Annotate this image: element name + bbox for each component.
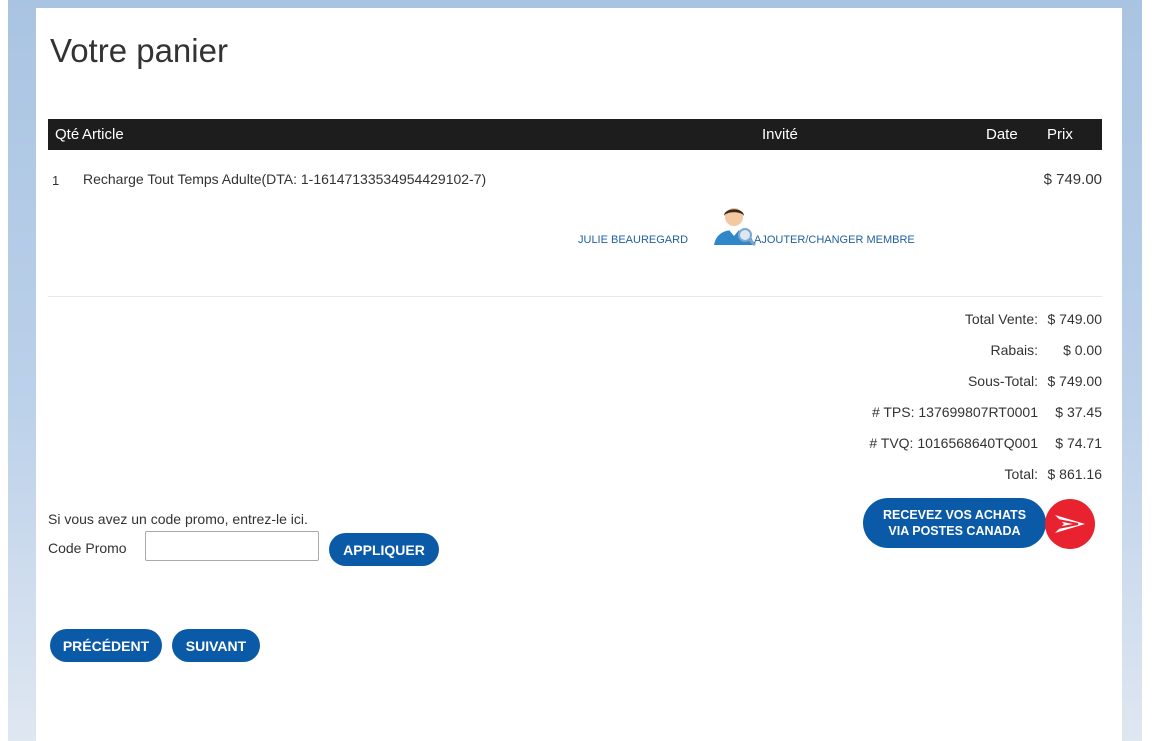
previous-button[interactable]: PRÉCÉDENT [50,629,162,662]
row-qty: 1 [52,173,60,188]
apply-promo-button[interactable]: APPLIQUER [329,533,439,566]
total-sale-label: Total Vente: [964,310,1038,327]
header-guest: Invité [762,126,798,143]
subtotal-value: $ 749.00 [1047,372,1103,389]
postes-line1: RECEVEZ VOS ACHATS [882,508,1027,522]
row-price: $ 749.00 [1043,171,1102,188]
tvq-label: # TVQ: 1016568640TQ001 [869,434,1038,451]
subtotal-label: Sous-Total: [967,372,1038,389]
divider [48,296,1102,297]
subtotal-line: Sous-Total: $ 749.00 [869,365,1102,396]
tvq-value: $ 74.71 [1055,434,1102,451]
next-button[interactable]: SUIVANT [172,629,260,662]
row-article: Recharge Tout Temps Adulte(DTA: 1-161471… [83,171,487,187]
cart-page: Votre panier Qté Article Invité Date Pri… [36,8,1122,741]
header-date: Date [986,126,1018,143]
discount-line: Rabais: $ 0.00 [869,334,1102,365]
guest-name: JULIE BEAUREGARD [578,234,689,246]
promo-prompt: Si vous avez un code promo, entrez-le ic… [48,511,308,527]
grand-total-value: $ 861.16 [1047,465,1103,482]
discount-label: Rabais: [990,341,1038,358]
postes-canada-logo[interactable] [1044,498,1096,550]
tps-label: # TPS: 137699807RT0001 [871,403,1038,420]
header-price: Prix [1047,126,1073,143]
total-sale-line: Total Vente: $ 749.00 [869,303,1102,334]
tvq-line: # TVQ: 1016568640TQ001 $ 74.71 [869,427,1102,458]
tps-value: $ 37.45 [1055,403,1102,420]
cart-table-header: Qté Article Invité Date Prix [48,119,1102,150]
total-sale-value: $ 749.00 [1047,310,1103,327]
page-edge-right [1142,0,1154,741]
add-change-member-link[interactable]: AJOUTER/CHANGER MEMBRE [754,234,915,246]
discount-value: $ 0.00 [1063,341,1102,358]
postes-line2: VIA POSTES CANADA [888,524,1021,538]
tps-line: # TPS: 137699807RT0001 $ 37.45 [869,396,1102,427]
totals-panel: Total Vente: $ 749.00 Rabais: $ 0.00 Sou… [869,303,1102,489]
header-article: Article [82,126,124,143]
user-search-icon[interactable] [711,201,757,247]
postes-canada-button[interactable]: RECEVEZ VOS ACHATS VIA POSTES CANADA [863,498,1046,548]
promo-code-input[interactable] [145,531,319,561]
grand-total-label: Total: [1004,465,1038,482]
page-edge-left [0,0,8,741]
header-qty: Qté [55,126,80,143]
promo-code-label: Code Promo [48,540,127,556]
page-title: Votre panier [50,32,228,69]
grand-total-line: Total: $ 861.16 [869,458,1102,489]
